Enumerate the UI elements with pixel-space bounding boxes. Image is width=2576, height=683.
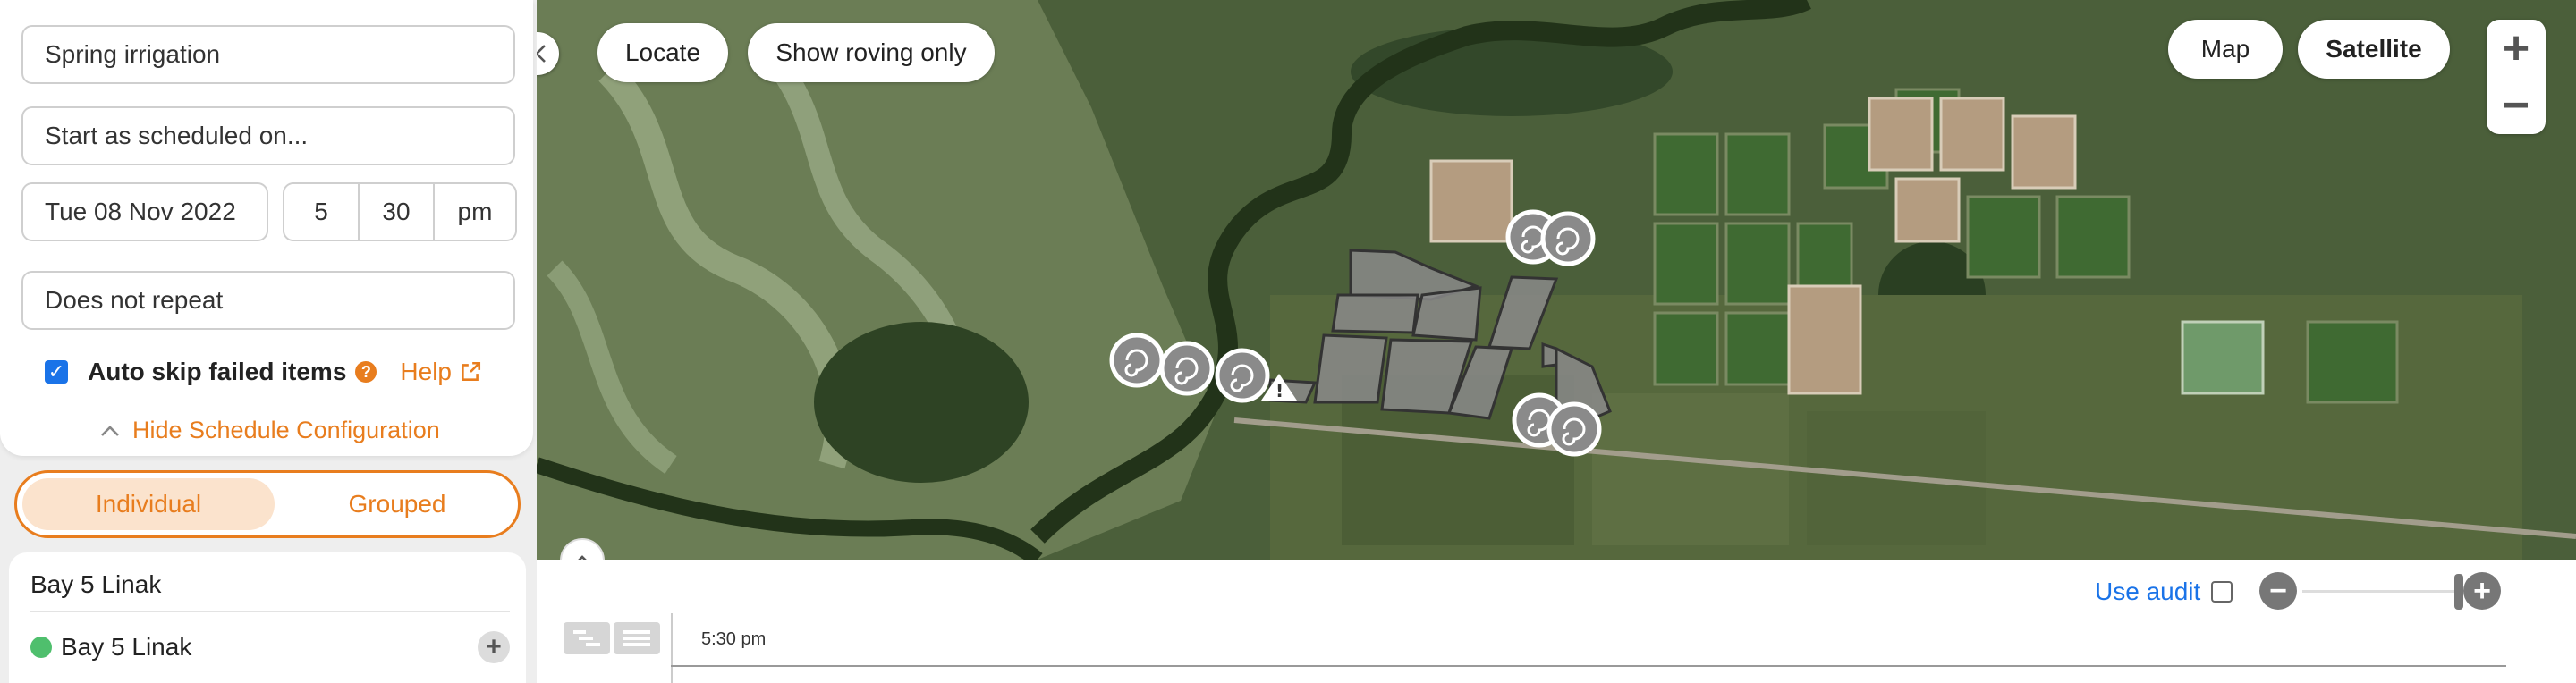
help-link-label: Help — [400, 358, 452, 385]
timeline-track — [671, 665, 2506, 667]
map-zoom-control: + − — [2487, 20, 2546, 134]
hide-config-label: Hide Schedule Configuration — [132, 417, 440, 443]
tab-individual[interactable]: Individual — [22, 478, 275, 530]
zoom-out-button[interactable]: − — [2487, 77, 2546, 134]
minus-icon[interactable]: − — [2259, 572, 2297, 610]
divider — [30, 611, 510, 612]
add-button[interactable]: + — [478, 631, 510, 663]
help-link[interactable]: Help — [400, 358, 482, 386]
chevron-left-icon — [537, 45, 546, 63]
group-header[interactable]: Bay 5 Linak — [30, 570, 161, 599]
item-list: Bay 5 Linak Bay 5 Linak + — [9, 552, 526, 683]
table-view-icon[interactable] — [614, 622, 660, 654]
chevron-up-icon — [101, 425, 119, 436]
plus-icon[interactable]: + — [2463, 572, 2501, 610]
hide-config-toggle[interactable]: Hide Schedule Configuration — [100, 417, 440, 444]
svg-text:!: ! — [1275, 380, 1284, 401]
question-icon[interactable]: ? — [355, 361, 377, 383]
hour-field[interactable]: 5 — [284, 184, 360, 240]
slider-track[interactable] — [2302, 590, 2458, 593]
start-date-input[interactable]: Tue 08 Nov 2022 — [21, 182, 268, 241]
use-audit-toggle[interactable]: Use audit — [2095, 578, 2233, 606]
view-toggle: Individual Grouped — [14, 470, 521, 538]
external-link-icon — [462, 361, 481, 381]
auto-skip-row: ✓ Auto skip failed items ? Help — [45, 358, 482, 386]
auto-skip-checkbox[interactable]: ✓ — [45, 360, 68, 384]
ampm-field[interactable]: pm — [435, 184, 515, 240]
locate-button[interactable]: Locate — [597, 23, 728, 82]
map-type-map-button[interactable]: Map — [2168, 20, 2283, 79]
timeline-panel: Use audit − + 5:30 pm — [537, 560, 2576, 683]
gantt-view-icon[interactable] — [564, 622, 610, 654]
tab-grouped[interactable]: Grouped — [278, 478, 516, 530]
show-roving-only-button[interactable]: Show roving only — [748, 23, 995, 82]
status-dot — [30, 637, 52, 658]
map-type-satellite-button[interactable]: Satellite — [2298, 20, 2450, 79]
time-tick-label: 5:30 pm — [701, 629, 767, 649]
repeat-select[interactable]: Does not repeat — [21, 271, 515, 330]
start-time-input: 5 30 pm — [283, 182, 517, 241]
slider-handle[interactable] — [2454, 574, 2463, 610]
zoom-in-button[interactable]: + — [2487, 20, 2546, 77]
list-item-label: Bay 5 Linak — [61, 633, 192, 661]
minute-field[interactable]: 30 — [360, 184, 435, 240]
use-audit-label: Use audit — [2095, 578, 2201, 605]
schedule-config-card: Spring irrigation Start as scheduled on.… — [0, 0, 533, 456]
timeline-zoom-slider[interactable]: − + — [2259, 572, 2501, 611]
schedule-panel: Spring irrigation Start as scheduled on.… — [0, 0, 537, 683]
timeline-view-switch — [564, 622, 660, 654]
timeline-axis — [671, 613, 673, 683]
list-item[interactable]: Bay 5 Linak + — [30, 628, 510, 667]
schedule-name-input[interactable]: Spring irrigation — [21, 25, 515, 84]
auto-skip-label: Auto skip failed items — [88, 358, 347, 385]
use-audit-checkbox[interactable] — [2211, 581, 2233, 603]
start-mode-select[interactable]: Start as scheduled on... — [21, 106, 515, 165]
satellite-map[interactable]: ! Locate Show roving only Map Satellite — [537, 0, 2576, 560]
satellite-imagery: ! — [537, 0, 2576, 560]
